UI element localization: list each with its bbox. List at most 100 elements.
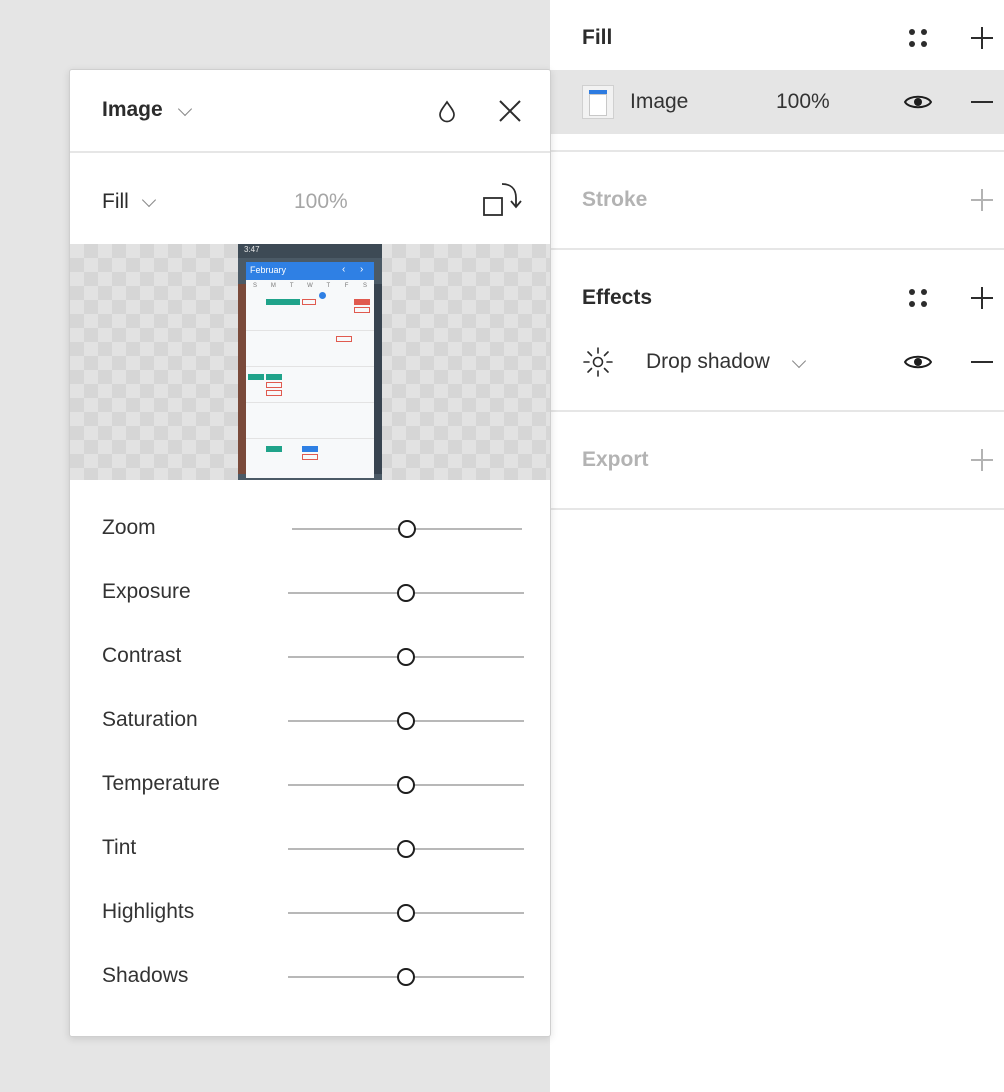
effects-section-title: Effects bbox=[582, 286, 653, 309]
temperature-label: Temperature bbox=[102, 772, 220, 795]
effect-settings-icon[interactable] bbox=[582, 346, 614, 378]
zoom-label: Zoom bbox=[102, 516, 156, 539]
chevron-down-icon bbox=[791, 353, 807, 369]
calendar-month: February bbox=[250, 265, 287, 275]
weekday: S bbox=[252, 283, 257, 289]
weekday: W bbox=[307, 283, 313, 289]
preview-screenshot-image: 3:47 February ‹ › S M T W T F S bbox=[238, 244, 382, 480]
contrast-label: Contrast bbox=[102, 644, 182, 667]
saturation-slider-handle[interactable] bbox=[397, 712, 415, 730]
calendar-event-chip bbox=[284, 299, 300, 305]
fill-styles-button[interactable] bbox=[900, 20, 936, 56]
add-effect-button[interactable] bbox=[964, 280, 1000, 316]
add-export-button[interactable] bbox=[964, 442, 1000, 478]
chevron-down-icon bbox=[141, 192, 157, 208]
image-opacity-value[interactable]: 100% bbox=[294, 190, 348, 214]
section-divider bbox=[550, 248, 1004, 250]
fill-type-label[interactable]: Image bbox=[630, 90, 688, 114]
zoom-slider-handle[interactable] bbox=[398, 520, 416, 538]
add-fill-button[interactable] bbox=[964, 20, 1000, 56]
calendar-event-chip bbox=[354, 299, 370, 305]
rotate-icon[interactable] bbox=[480, 178, 528, 218]
calendar-event-chip bbox=[266, 446, 282, 452]
styles-grid-icon bbox=[909, 29, 927, 47]
remove-effect-button[interactable] bbox=[964, 344, 1000, 380]
export-section-header: Export bbox=[550, 420, 1004, 496]
chevron-left-icon: ‹ bbox=[342, 264, 346, 275]
calendar-event-chip bbox=[302, 454, 318, 460]
calendar-week-line bbox=[246, 366, 374, 367]
popover-header: Image bbox=[70, 70, 550, 152]
calendar-event-chip bbox=[266, 390, 282, 396]
section-divider bbox=[550, 508, 1004, 510]
blend-mode-icon[interactable] bbox=[434, 98, 460, 124]
calendar-week-line bbox=[246, 402, 374, 403]
image-fill-popover: Image Fill 100% 3:47 February ‹ › S M T … bbox=[69, 69, 551, 1037]
weekday: T bbox=[326, 283, 331, 289]
stroke-section-title: Stroke bbox=[582, 188, 648, 211]
fill-section-title: Fill bbox=[582, 26, 613, 49]
highlights-slider-handle[interactable] bbox=[397, 904, 415, 922]
effects-section-header: Effects bbox=[550, 258, 1004, 334]
section-divider bbox=[550, 410, 1004, 412]
contrast-slider-handle[interactable] bbox=[397, 648, 415, 666]
calendar-event-chip bbox=[266, 374, 282, 380]
tint-label: Tint bbox=[102, 836, 137, 859]
section-divider bbox=[550, 150, 1004, 152]
close-icon[interactable] bbox=[496, 97, 524, 125]
exposure-label: Exposure bbox=[102, 580, 191, 603]
calendar-event-chip bbox=[302, 299, 316, 305]
phone-status-bar: 3:47 bbox=[238, 244, 382, 258]
properties-panel: Fill Image 100% Stroke Effects Drop shad… bbox=[550, 0, 1004, 1092]
fill-opacity-value[interactable]: 100% bbox=[776, 90, 830, 114]
temperature-slider-handle[interactable] bbox=[397, 776, 415, 794]
calendar-header-bar: February ‹ › bbox=[246, 262, 374, 280]
calendar-event-chip bbox=[266, 299, 284, 305]
chevron-right-icon: › bbox=[360, 264, 364, 275]
effect-row: Drop shadow bbox=[550, 332, 1004, 392]
paint-type-dropdown[interactable]: Image bbox=[102, 98, 202, 128]
shadows-label: Shadows bbox=[102, 964, 189, 987]
status-time: 3:47 bbox=[244, 245, 260, 254]
calendar-week-line bbox=[246, 438, 374, 439]
weekday: T bbox=[289, 283, 294, 289]
today-marker bbox=[319, 292, 326, 299]
stroke-section-header: Stroke bbox=[550, 160, 1004, 236]
fill-section-header: Fill bbox=[550, 0, 1004, 76]
weekday-row: S M T W T F S bbox=[248, 283, 372, 289]
popover-divider bbox=[70, 151, 550, 153]
calendar-week-line bbox=[246, 330, 374, 331]
exposure-slider-handle[interactable] bbox=[397, 584, 415, 602]
phone-background-strip bbox=[374, 284, 382, 474]
saturation-label: Saturation bbox=[102, 708, 198, 731]
popover-title: Image bbox=[102, 98, 163, 121]
shadows-slider-handle[interactable] bbox=[397, 968, 415, 986]
eye-icon[interactable] bbox=[904, 353, 932, 371]
image-preview[interactable]: 3:47 February ‹ › S M T W T F S bbox=[70, 244, 550, 480]
eye-icon[interactable] bbox=[904, 93, 932, 111]
calendar-event-chip bbox=[354, 307, 370, 313]
calendar-event-chip bbox=[266, 382, 282, 388]
weekday: S bbox=[362, 283, 367, 289]
styles-grid-icon bbox=[909, 289, 927, 307]
calendar-event-chip bbox=[336, 336, 352, 342]
image-fill-thumbnail[interactable] bbox=[582, 85, 614, 119]
effects-styles-button[interactable] bbox=[900, 280, 936, 316]
effect-type-label: Drop shadow bbox=[646, 350, 770, 373]
chevron-down-icon bbox=[177, 101, 193, 117]
calendar-event-chip bbox=[248, 374, 264, 380]
tint-slider-handle[interactable] bbox=[397, 840, 415, 858]
calendar-screenshot: February ‹ › S M T W T F S bbox=[246, 262, 374, 478]
phone-background-strip bbox=[238, 284, 246, 474]
image-scale-mode-dropdown[interactable]: Fill bbox=[102, 186, 192, 216]
calendar-event-chip bbox=[302, 446, 318, 452]
remove-fill-button[interactable] bbox=[964, 84, 1000, 120]
add-stroke-button[interactable] bbox=[964, 182, 1000, 218]
scale-mode-label: Fill bbox=[102, 190, 129, 213]
effect-type-dropdown[interactable]: Drop shadow bbox=[646, 350, 826, 378]
weekday: M bbox=[270, 283, 276, 289]
weekday: F bbox=[344, 283, 349, 289]
export-section-title: Export bbox=[582, 448, 649, 471]
highlights-label: Highlights bbox=[102, 900, 195, 923]
fill-layer-row[interactable]: Image 100% bbox=[550, 70, 1004, 134]
